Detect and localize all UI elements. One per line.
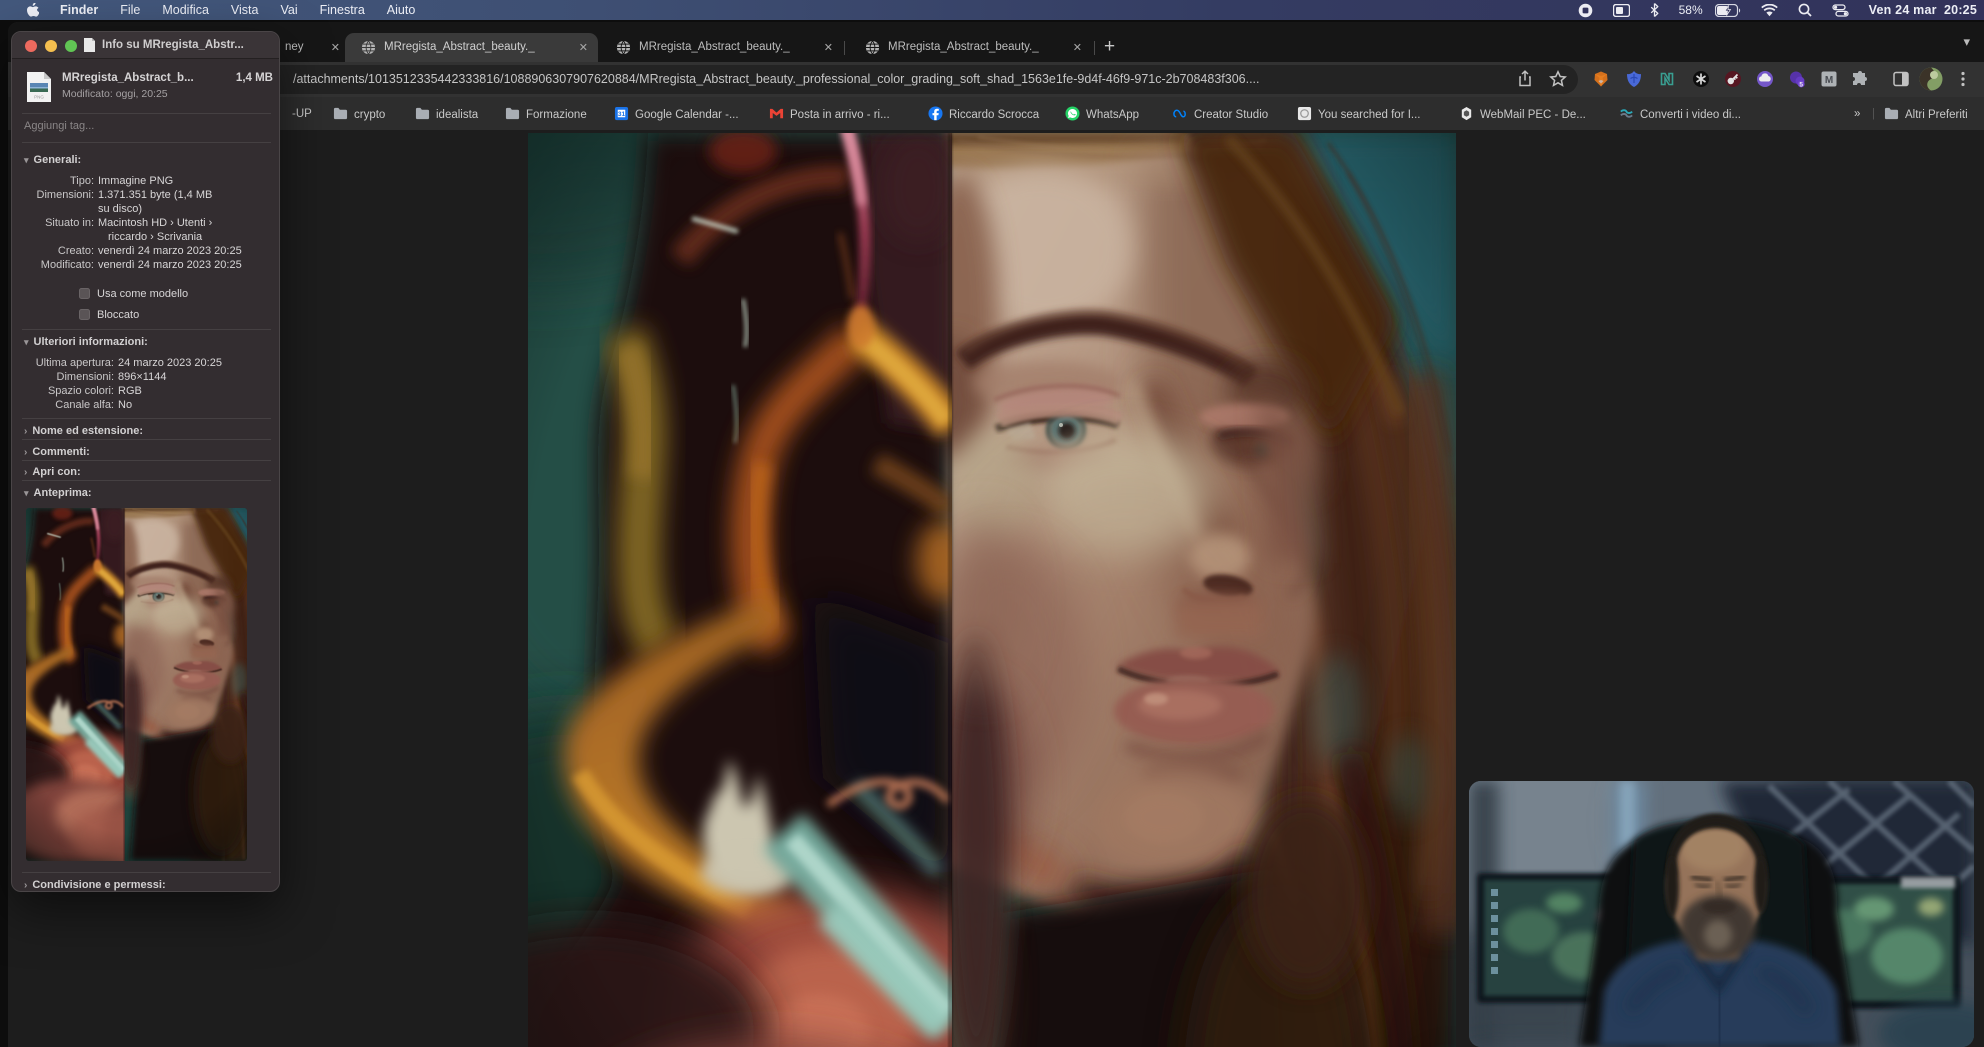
svg-text:PNG: PNG <box>34 95 44 100</box>
svg-text:31: 31 <box>618 111 626 118</box>
svg-text:5: 5 <box>1799 81 1803 88</box>
svg-text:M: M <box>1825 75 1833 86</box>
